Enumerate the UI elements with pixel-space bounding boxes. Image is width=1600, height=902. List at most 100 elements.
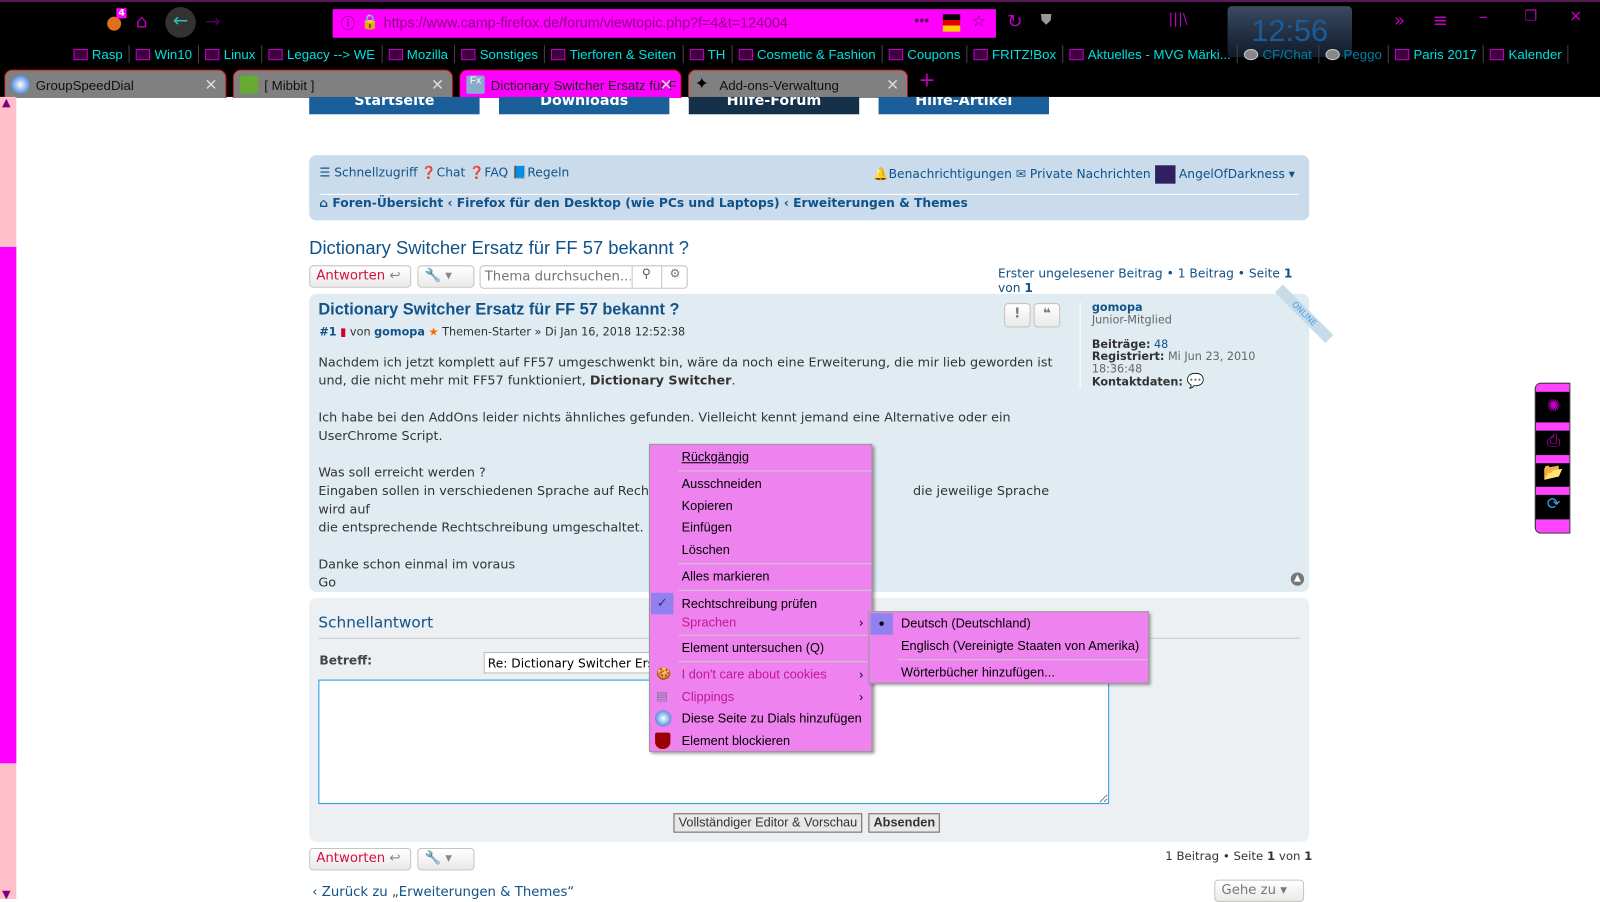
search-icon[interactable]: ⚲ [631, 266, 661, 288]
scroll-down-arrow[interactable]: ▼ [2, 888, 11, 901]
reply-button-bottom[interactable]: Antworten ↩ [309, 847, 412, 871]
bookmark-item[interactable]: Win10 [130, 44, 200, 64]
reply-button[interactable]: Antworten ↩ [309, 265, 412, 288]
post-number-link[interactable]: #1 [319, 326, 336, 339]
back-to-top-icon[interactable]: ▲ [1290, 572, 1305, 586]
close-tab-icon[interactable]: ✕ [886, 76, 899, 94]
bookmark-item[interactable]: Cosmetic & Fashion [732, 44, 883, 64]
gear-icon[interactable]: ⚙ [661, 266, 688, 288]
overflow-chevron-icon[interactable]: » [1394, 10, 1405, 31]
bookmark-item[interactable]: Rasp [67, 44, 130, 64]
menu-clippings[interactable]: Clippings [682, 687, 734, 707]
bookmark-item[interactable]: Tierforen & Seiten [545, 44, 684, 64]
nav-downloads[interactable]: Downloads [498, 96, 670, 115]
menu-add-dial[interactable]: Diese Seite zu Dials hinzufügen [682, 708, 862, 728]
avatar[interactable] [1154, 165, 1176, 184]
bookmark-item[interactable]: Peggo [1319, 44, 1389, 64]
home-icon[interactable]: ⌂ [136, 11, 148, 32]
scroll-up-arrow[interactable]: ▲ [2, 96, 11, 109]
tab-dictionary-switcher[interactable]: Fx Dictionary Switcher Ersatz für F ✕ [459, 69, 682, 98]
crumb-extensions[interactable]: Erweiterungen & Themes [793, 196, 968, 210]
library-icon[interactable]: |||\ [1168, 11, 1187, 27]
post-title[interactable]: Dictionary Switcher Ersatz für FF 57 bek… [318, 301, 679, 319]
faq-link[interactable]: FAQ [484, 165, 508, 179]
search-input[interactable] [480, 266, 631, 288]
jump-to-dropdown[interactable]: Gehe zu ▾ [1214, 879, 1305, 902]
bookmark-item[interactable]: Linux [199, 44, 263, 64]
minimize-button[interactable]: – [1479, 6, 1488, 27]
author-link[interactable]: gomopa [374, 326, 425, 339]
bookmark-item[interactable]: Paris 2017 [1389, 44, 1485, 64]
forward-button[interactable]: → [205, 11, 220, 32]
bookmark-item[interactable]: Legacy --> WE [263, 44, 383, 64]
close-tab-icon[interactable]: ✕ [205, 76, 218, 94]
menu-delete[interactable]: Löschen [682, 540, 730, 560]
info-icon[interactable]: ⓘ [341, 13, 355, 33]
bookmark-item[interactable]: TH [683, 44, 733, 64]
quote-button[interactable]: ❝ [1033, 303, 1061, 328]
ublock-icon[interactable]: ⛊ [1041, 12, 1052, 28]
menu-cookies[interactable]: I don't care about cookies [682, 664, 827, 684]
bookmark-item[interactable]: CF/Chat [1238, 44, 1319, 64]
language-german[interactable]: Deutsch (Deutschland) [901, 613, 1031, 633]
pm-link[interactable]: Private Nachrichten [1030, 167, 1151, 181]
back-button[interactable]: ← [165, 7, 196, 38]
topic-search[interactable]: ⚲ ⚙ [479, 265, 688, 289]
chat-link[interactable]: Chat [437, 165, 466, 179]
print-icon[interactable]: ⎙ [1536, 431, 1570, 451]
menu-block-element[interactable]: Element blockieren [682, 731, 790, 751]
nav-startseite[interactable]: Startseite [309, 96, 480, 115]
bookmark-item[interactable]: Kalender [1484, 44, 1569, 64]
page-title[interactable]: Dictionary Switcher Ersatz für FF 57 bek… [309, 238, 689, 259]
close-window-button[interactable]: ✕ [1569, 7, 1582, 25]
quick-access-link[interactable]: Schnellzugriff [334, 165, 417, 179]
add-dictionaries[interactable]: Wörterbücher hinzufügen... [901, 662, 1055, 682]
crumb-firefox-desktop[interactable]: Firefox für den Desktop (wie PCs und Lap… [457, 196, 780, 210]
close-tab-icon[interactable]: ✕ [660, 76, 673, 94]
scrollbar-thumb[interactable] [0, 246, 17, 764]
report-button[interactable]: ! [1004, 303, 1031, 328]
bookmark-item[interactable]: Aktuelles - MVG Märki... [1063, 44, 1238, 64]
tools-dropdown[interactable]: 🔧 ▾ [417, 265, 475, 288]
tab-addons[interactable]: ✦ Add-ons-Verwaltung ✕ [687, 69, 909, 98]
menu-cut[interactable]: Ausschneiden [682, 473, 762, 493]
url-bar[interactable]: ⓘ 🔒 https://www.camp-firefox.de/forum/vi… [332, 9, 996, 38]
bookmark-star-icon[interactable]: ☆ [971, 11, 986, 31]
new-tab-button[interactable]: + [918, 67, 935, 91]
rules-link[interactable]: Regeln [527, 165, 569, 179]
contact-icon[interactable]: 💬 [1186, 373, 1204, 389]
tab-groupspeeddial[interactable]: GroupSpeedDial ✕ [4, 69, 227, 98]
menu-inspect[interactable]: Element untersuchen (Q) [682, 638, 825, 658]
reload-icon[interactable]: ↻ [1007, 11, 1022, 32]
full-editor-button[interactable]: Vollständiger Editor & Vorschau [673, 813, 863, 833]
menu-select-all[interactable]: Alles markieren [682, 566, 770, 586]
language-english-us[interactable]: Englisch (Vereinigte Staaten von Amerika… [901, 636, 1139, 656]
menu-copy[interactable]: Kopieren [682, 496, 733, 516]
notifications-link[interactable]: Benachrichtigungen [889, 167, 1012, 181]
back-to-forum-link[interactable]: ‹ Zurück zu „Erweiterungen & Themes“ [312, 885, 574, 900]
bookmark-item[interactable]: Coupons [883, 44, 968, 64]
url-text[interactable]: https://www.camp-firefox.de/forum/viewto… [384, 14, 788, 30]
send-button[interactable]: Absenden [868, 813, 941, 833]
bookmark-item[interactable]: Sonstiges [455, 44, 546, 64]
tools-dropdown-bottom[interactable]: 🔧 ▾ [417, 847, 475, 871]
german-flag-icon[interactable] [942, 14, 961, 32]
crumb-forum-index[interactable]: Foren-Übersicht [332, 196, 443, 210]
folder-open-icon[interactable]: 📂 [1536, 462, 1570, 481]
hamburger-menu-icon[interactable]: ≡ [1433, 10, 1448, 31]
first-unread-link[interactable]: Erster ungelesener Beitrag [998, 266, 1163, 280]
page-actions-icon[interactable]: ••• [914, 12, 929, 28]
menu-undo[interactable]: Rückgängig [682, 447, 749, 467]
settings-icon[interactable]: ✺ [1536, 396, 1570, 415]
menu-languages[interactable]: Sprachen [682, 612, 872, 632]
refresh-icon[interactable]: ⟳ [1536, 494, 1570, 513]
menu-paste[interactable]: Einfügen [682, 517, 732, 537]
tab-mibbit[interactable]: [ Mibbit ] ✕ [232, 69, 454, 98]
menu-spellcheck[interactable]: Rechtschreibung prüfen [682, 594, 817, 614]
nav-hilfe-forum[interactable]: Hilfe-Forum [688, 96, 860, 115]
bookmark-item[interactable]: Mozilla [382, 44, 456, 64]
restore-button[interactable]: ❐ [1524, 8, 1537, 24]
bookmark-item[interactable]: FRITZ!Box [968, 44, 1064, 64]
user-menu[interactable]: AngelOfDarkness [1179, 167, 1285, 181]
nav-hilfe-artikel[interactable]: Hilfe-Artikel [878, 96, 1049, 115]
